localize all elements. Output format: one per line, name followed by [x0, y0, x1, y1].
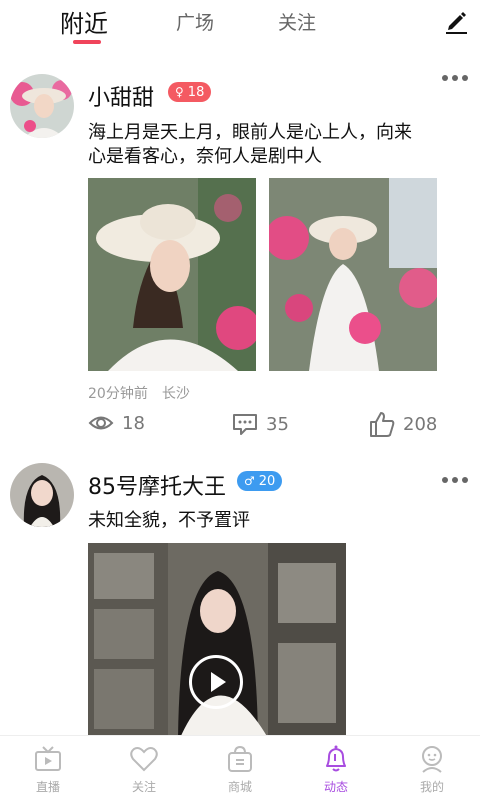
more-options-icon[interactable] — [442, 75, 468, 83]
post-location: 长沙 — [161, 386, 190, 402]
post-text-line: 心是看客心，奈何人是剧中人 — [88, 146, 322, 167]
age-badge: ♀ 18 — [168, 82, 212, 102]
avatar[interactable] — [10, 74, 74, 138]
tab-square[interactable]: 广场 — [176, 8, 214, 35]
post-text: 未知全貌，不予置评 — [88, 510, 250, 531]
active-tab-indicator — [73, 40, 101, 44]
age-badge: ♂ 20 — [237, 471, 283, 491]
profile-icon — [422, 746, 442, 773]
tab-nearby[interactable]: 附近 — [60, 4, 108, 39]
nav-feed[interactable]: 动态 — [288, 736, 384, 800]
bottom-navigation: 直播 关注 商城 动态 我的 — [0, 735, 480, 800]
nav-label: 我的 — [419, 780, 444, 794]
views-stat: 18 — [88, 412, 145, 434]
nav-label: 关注 — [131, 780, 156, 794]
play-button[interactable] — [189, 655, 243, 709]
nav-follow[interactable]: 关注 — [96, 736, 192, 800]
comments-stat[interactable]: 35 — [232, 412, 289, 436]
tv-icon — [35, 746, 61, 771]
play-icon — [211, 672, 226, 692]
male-icon: ♂ — [244, 474, 255, 488]
tab-following[interactable]: 关注 — [278, 8, 316, 35]
post-text-line: 海上月是天上月，眼前人是心上人，向来 — [88, 122, 412, 143]
comments-count: 35 — [266, 413, 289, 435]
nav-profile[interactable]: 我的 — [384, 736, 480, 800]
thumbs-up-icon — [370, 412, 395, 437]
nav-label: 动态 — [323, 780, 348, 794]
post-username[interactable]: 小甜甜 — [88, 80, 154, 112]
top-tab-bar: 附近 广场 关注 — [0, 0, 480, 56]
shop-bag-icon — [228, 745, 252, 772]
nav-label: 直播 — [35, 780, 60, 794]
female-icon: ♀ — [175, 85, 184, 99]
nav-live[interactable]: 直播 — [0, 736, 96, 800]
age-value: 18 — [187, 84, 205, 100]
nav-shop[interactable]: 商城 — [192, 736, 288, 800]
age-value: 20 — [258, 473, 276, 489]
post-photo[interactable] — [269, 178, 437, 371]
bell-icon — [326, 745, 346, 772]
post-meta: 20分钟前 长沙 — [88, 383, 190, 403]
views-count: 18 — [122, 412, 145, 434]
post-text: 海上月是天上月，眼前人是心上人，向来 心是看客心，奈何人是剧中人 — [88, 121, 458, 169]
likes-stat[interactable]: 208 — [369, 410, 437, 438]
post-time: 20分钟前 — [88, 386, 148, 402]
post-username[interactable]: 85号摩托大王 — [88, 469, 226, 501]
nav-label: 商城 — [227, 780, 252, 794]
post-photo[interactable] — [88, 178, 256, 371]
eye-icon — [88, 416, 114, 430]
comment-icon — [233, 414, 257, 435]
avatar[interactable] — [10, 463, 74, 527]
edit-icon[interactable] — [442, 8, 470, 36]
more-options-icon[interactable] — [442, 477, 468, 485]
likes-count: 208 — [403, 413, 438, 435]
heart-icon — [130, 747, 158, 772]
post-video[interactable] — [88, 543, 346, 738]
